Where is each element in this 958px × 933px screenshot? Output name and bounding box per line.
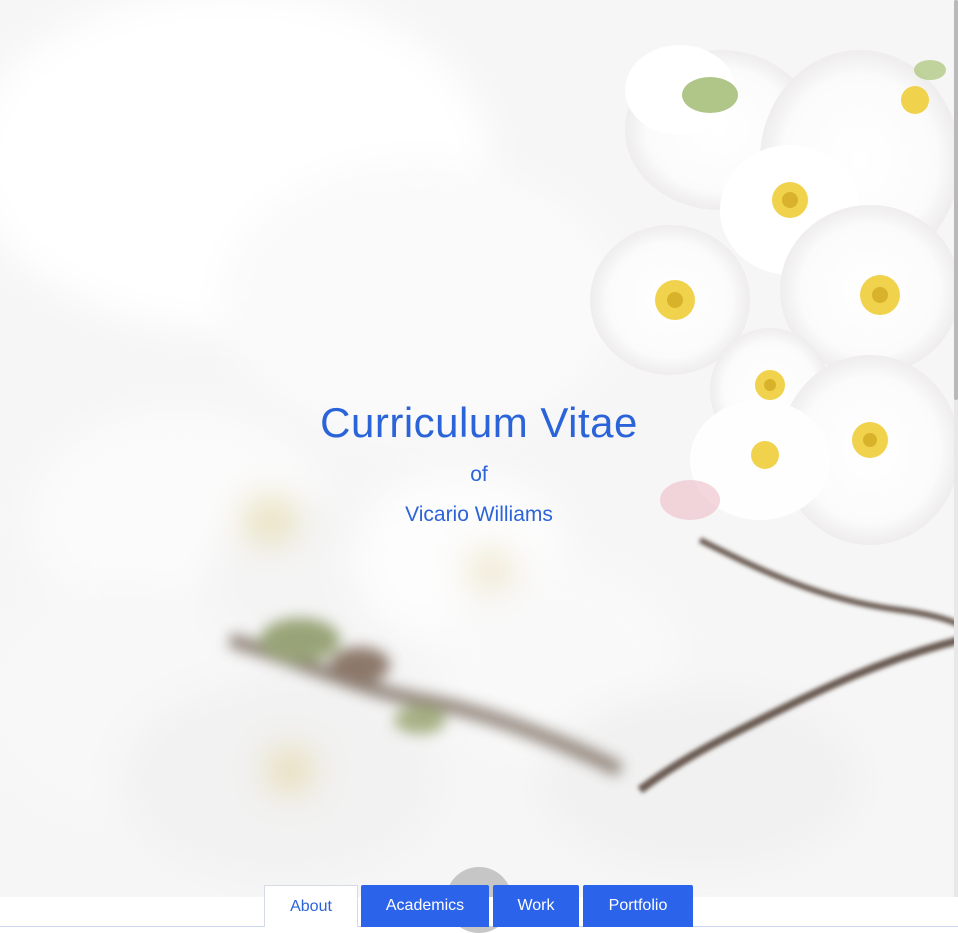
tab-about-label: About [290,898,332,915]
tab-academics-label: Academics [385,897,465,914]
page-title: Curriculum Vitae [320,399,638,446]
hero-section: Curriculum Vitae of Vicario Williams [0,0,958,897]
tab-work-label: Work [517,897,555,914]
hero-title-block: Curriculum Vitae of Vicario Williams [0,398,958,528]
tab-portfolio[interactable]: Portfolio [583,885,693,927]
person-name: Vicario Williams [405,503,553,526]
scrollbar-thumb[interactable] [954,0,958,400]
tab-about[interactable]: About [264,885,358,927]
title-of-text: of [470,463,488,486]
tab-portfolio-label: Portfolio [608,897,668,914]
tab-academics[interactable]: Academics [361,885,489,927]
tab-work[interactable]: Work [493,885,579,927]
